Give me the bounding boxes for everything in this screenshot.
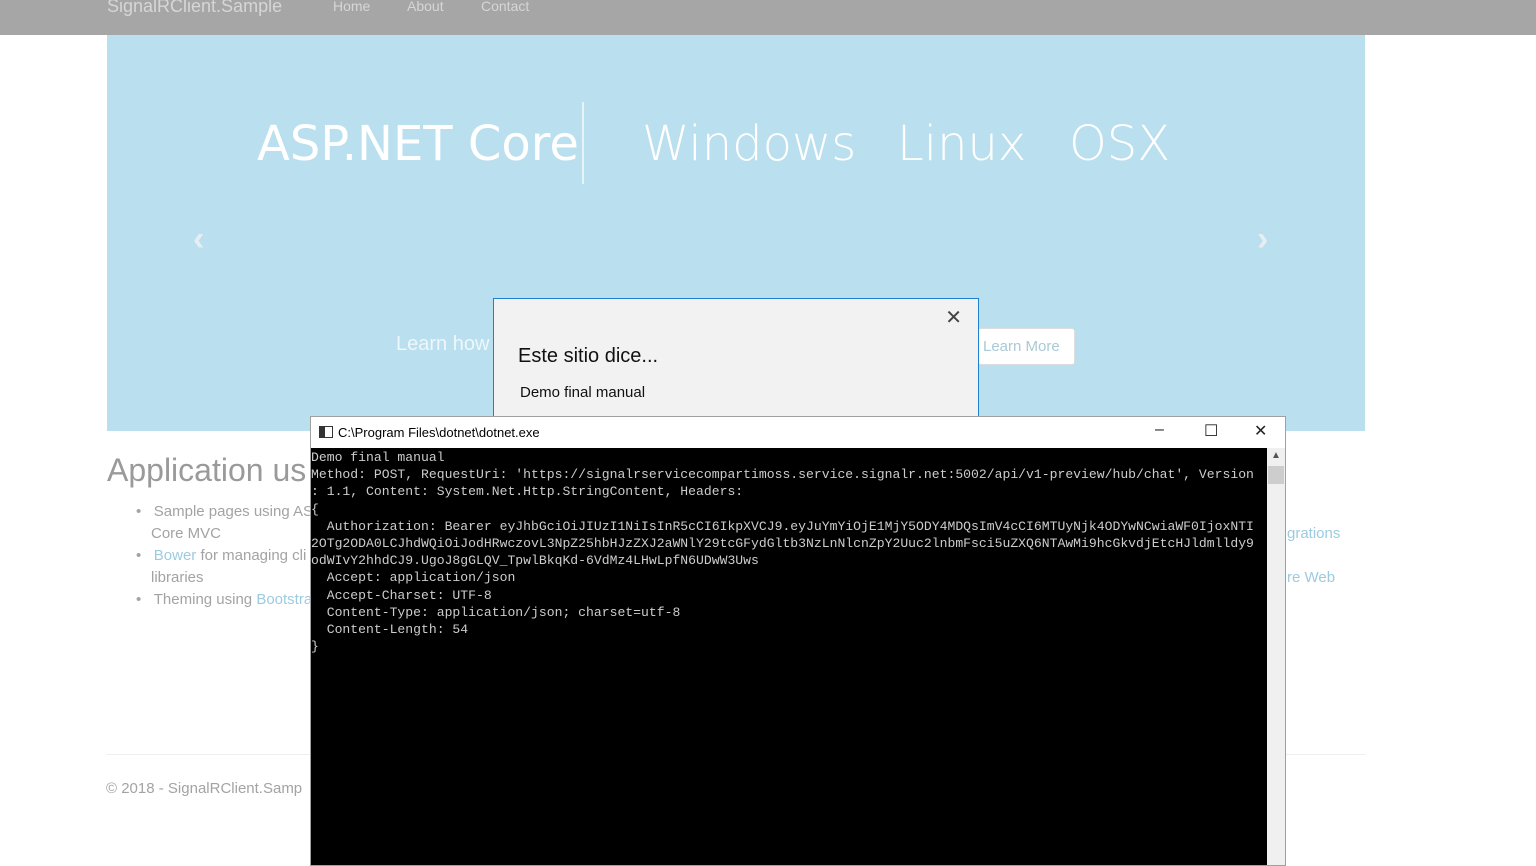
- console-title: C:\Program Files\dotnet\dotnet.exe: [338, 425, 540, 440]
- minimize-button[interactable]: –: [1155, 421, 1164, 439]
- platform-linux: Linux: [897, 116, 1026, 172]
- alert-dialog: ✕ Este sitio dice... Demo final manual: [493, 298, 979, 428]
- console-line: Method: POST, RequestUri: 'https://signa…: [311, 466, 1267, 483]
- list-item: • Theming using Bootstra: [136, 591, 312, 608]
- bootstrap-link[interactable]: Bootstra: [256, 591, 312, 608]
- console-line: 2OTg2ODA0LCJhdWQiOiJodHRwczovL3NpZ25hbHJ…: [311, 535, 1267, 552]
- platform-windows: Windows: [642, 116, 856, 172]
- nav-about[interactable]: About: [407, 0, 444, 14]
- right-link[interactable]: re Web: [1287, 569, 1335, 586]
- scroll-up-icon[interactable]: ▲: [1271, 450, 1281, 461]
- console-titlebar[interactable]: C:\Program Files\dotnet\dotnet.exe – ☐ ✕: [311, 417, 1285, 448]
- scroll-thumb[interactable]: [1268, 466, 1284, 484]
- carousel-headline: ASP.NET Core: [257, 116, 579, 172]
- list-item: • Bower for managing cli: [136, 547, 306, 564]
- bower-link[interactable]: Bower: [154, 547, 197, 564]
- carousel-next-icon[interactable]: ›: [1257, 220, 1268, 259]
- navbar: SignalRClient.Sample Home About Contact: [0, 0, 1536, 35]
- close-button[interactable]: ✕: [1254, 421, 1267, 441]
- console-line: Accept-Charset: UTF-8: [311, 587, 1267, 604]
- console-line: Content-Type: application/json; charset=…: [311, 604, 1267, 621]
- console-line: {: [311, 501, 1267, 518]
- dialog-close-icon[interactable]: ✕: [945, 305, 962, 330]
- list-item-text: for managing cli: [196, 547, 306, 564]
- console-line: Demo final manual: [311, 449, 1267, 466]
- dialog-message: Demo final manual: [520, 384, 645, 401]
- console-app-icon: [319, 426, 333, 438]
- console-window: C:\Program Files\dotnet\dotnet.exe – ☐ ✕…: [310, 416, 1286, 866]
- console-scrollbar[interactable]: ▲: [1267, 448, 1285, 865]
- maximize-button[interactable]: ☐: [1204, 421, 1218, 441]
- list-item-cont: libraries: [151, 569, 204, 586]
- platform-osx: OSX: [1069, 116, 1170, 172]
- console-line: odWIvY2hhdCJ9.UgoJ8gGLQV_TpwlBkqKd-6VdMz…: [311, 552, 1267, 569]
- carousel-prev-icon[interactable]: ‹: [193, 220, 204, 259]
- divider: [582, 102, 584, 184]
- console-line: Authorization: Bearer eyJhbGciOiJIUzI1Ni…: [311, 518, 1267, 535]
- list-item-text: Sample pages using AS: [154, 503, 313, 520]
- carousel-caption: Learn how: [396, 333, 489, 356]
- console-line: Content-Length: 54: [311, 621, 1267, 638]
- console-output: Demo final manualMethod: POST, RequestUr…: [311, 448, 1267, 865]
- nav-home[interactable]: Home: [333, 0, 370, 14]
- list-item-cont: Core MVC: [151, 525, 221, 542]
- section-heading: Application us: [107, 452, 306, 489]
- footer-text: © 2018 - SignalRClient.Samp: [106, 780, 302, 797]
- learn-more-button[interactable]: Learn More: [978, 328, 1075, 365]
- console-line: }: [311, 638, 1267, 655]
- list-item: • Sample pages using AS: [136, 503, 313, 520]
- brand-link[interactable]: SignalRClient.Sample: [107, 0, 282, 17]
- console-line: : 1.1, Content: System.Net.Http.StringCo…: [311, 483, 1267, 500]
- right-link[interactable]: grations: [1287, 525, 1340, 542]
- console-line: Accept: application/json: [311, 569, 1267, 586]
- dialog-title: Este sitio dice...: [518, 345, 658, 368]
- list-item-text: Theming using: [154, 591, 257, 608]
- nav-contact[interactable]: Contact: [481, 0, 529, 14]
